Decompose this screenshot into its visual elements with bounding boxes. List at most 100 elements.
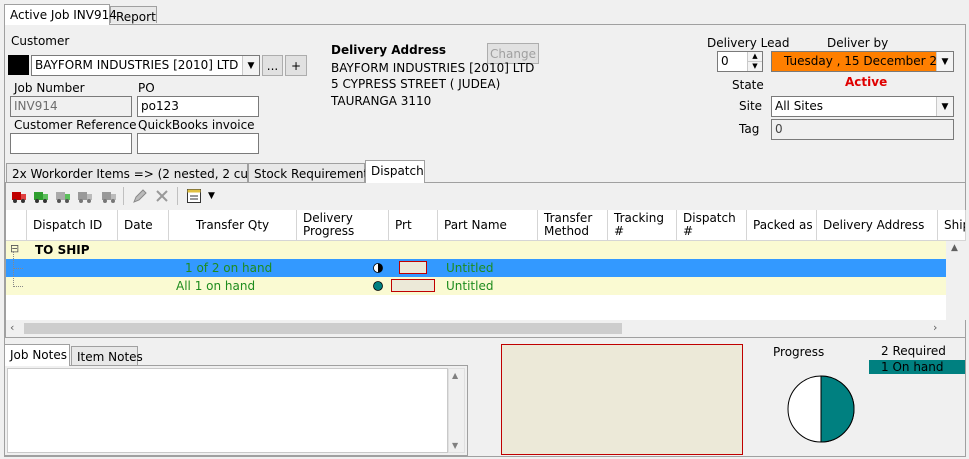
list-view-icon[interactable]	[186, 188, 202, 204]
state-label: State	[732, 78, 764, 92]
toolbar-separator	[123, 187, 124, 205]
transfer-qty-cell: All 1 on hand	[176, 279, 256, 293]
scroll-right-icon[interactable]: ›	[933, 321, 937, 334]
customer-reference-label: Customer Reference	[14, 118, 137, 132]
toolbar-separator	[177, 187, 178, 205]
half-progress-icon	[373, 263, 383, 273]
delete-x-icon[interactable]	[154, 188, 170, 204]
tab-stock-requirements-label: Stock Requirements	[254, 167, 375, 181]
customer-label: Customer	[11, 34, 70, 48]
tab-item-notes-label: Item Notes	[77, 350, 143, 364]
notes-scrollbar[interactable]: ▲ ▼	[448, 368, 465, 453]
quickbooks-invoice-field[interactable]	[137, 133, 259, 154]
horizontal-scrollbar[interactable]: ‹ ›	[6, 320, 946, 337]
on-hand-count: 1 On hand	[881, 360, 944, 374]
progress-pie	[787, 375, 855, 443]
po-field[interactable]: po123	[137, 96, 259, 117]
column-transfer-method[interactable]: Transfer Method	[538, 210, 608, 241]
site-select[interactable]: All Sites ▼	[771, 96, 954, 117]
scroll-left-icon[interactable]: ‹	[10, 321, 14, 334]
delivery-address-label: Delivery Address	[331, 43, 447, 57]
tab-item-notes[interactable]: Item Notes	[71, 346, 143, 366]
column-ship[interactable]: Ship	[938, 210, 966, 241]
stepper-down-icon[interactable]: ▼	[747, 62, 762, 71]
part-name-cell: Untitled	[446, 261, 494, 275]
scroll-up-icon[interactable]: ▲	[951, 243, 958, 253]
tab-stock-requirements[interactable]: Stock Requirements	[248, 163, 374, 183]
job-number-field[interactable]: INV914	[10, 96, 132, 117]
part-preview	[501, 344, 743, 455]
delivery-address-line-3: TAURANGA 3110	[331, 94, 432, 108]
truck-grey-icon[interactable]	[77, 188, 93, 204]
tab-report[interactable]: Report	[110, 6, 157, 24]
scroll-thumb[interactable]	[24, 323, 622, 334]
truck-green-icon[interactable]	[33, 188, 49, 204]
truck-grey-2-icon[interactable]	[101, 188, 117, 204]
site-value: All Sites	[775, 99, 823, 113]
customer-value: BAYFORM INDUSTRIES [2010] LTD	[35, 58, 239, 72]
tab-workorder-items[interactable]: 2x Workorder Items => (2 nested, 2 cut o…	[6, 163, 284, 183]
customer-color-swatch[interactable]	[8, 55, 29, 75]
quickbooks-invoice-label: QuickBooks invoice	[138, 118, 255, 132]
delivery-lead-value: 0	[721, 54, 729, 68]
tab-dispatch[interactable]: Dispatch	[365, 160, 425, 183]
site-label: Site	[739, 99, 763, 113]
tag-field[interactable]: 0	[771, 119, 954, 140]
tree-line	[13, 268, 23, 269]
progress-label: Progress	[773, 345, 825, 359]
column-tracking[interactable]: Tracking #	[608, 210, 677, 241]
chevron-down-icon[interactable]: ▼	[242, 56, 259, 75]
group-row-to-ship[interactable]: ⊟ TO SHIP	[6, 241, 946, 259]
tab-active-job[interactable]: Active Job INV914	[4, 4, 117, 25]
column-delivery-address[interactable]: Delivery Address	[817, 210, 938, 241]
tree-line	[13, 286, 23, 287]
tab-job-notes-label: Job Notes	[10, 348, 67, 362]
chevron-down-icon[interactable]: ▼	[208, 191, 215, 201]
transfer-qty-cell: 1 of 2 on hand	[185, 261, 273, 275]
delivery-lead-label: Delivery Lead	[707, 36, 790, 50]
delivery-lead-stepper[interactable]: 0 ▲ ▼	[717, 51, 763, 72]
full-progress-icon	[373, 281, 383, 291]
job-notes-textarea[interactable]	[7, 368, 448, 453]
state-value: Active	[845, 75, 888, 89]
scroll-down-icon[interactable]: ▼	[452, 441, 458, 450]
column-packed-as[interactable]: Packed as	[747, 210, 817, 241]
job-number-label: Job Number	[14, 81, 85, 95]
grid-header-selector	[6, 210, 27, 241]
truck-red-icon[interactable]	[11, 188, 27, 204]
column-dispatch-number[interactable]: Dispatch #	[677, 210, 747, 241]
tab-dispatch-label: Dispatch	[371, 164, 424, 178]
chevron-down-icon[interactable]: ▼	[936, 52, 953, 71]
collapse-group-icon[interactable]: ⊟	[10, 242, 19, 255]
deliver-by-label: Deliver by	[827, 36, 889, 50]
column-prt[interactable]: Prt	[389, 210, 438, 241]
vertical-scrollbar[interactable]: ▲	[946, 241, 966, 320]
chevron-down-icon[interactable]: ▼	[936, 97, 953, 116]
stepper-up-icon[interactable]: ▲	[747, 52, 762, 62]
tag-label: Tag	[739, 122, 760, 136]
tab-job-notes[interactable]: Job Notes	[4, 344, 70, 366]
table-row[interactable]: All 1 on hand Untitled	[6, 277, 946, 295]
column-part-name[interactable]: Part Name	[438, 210, 538, 241]
scroll-up-icon[interactable]: ▲	[452, 371, 458, 380]
pie-on-hand-slice	[820, 375, 855, 443]
table-row[interactable]: 1 of 2 on hand Untitled	[6, 259, 946, 277]
po-label: PO	[138, 81, 155, 95]
truck-green-grey-icon[interactable]	[55, 188, 71, 204]
group-title: TO SHIP	[35, 243, 90, 257]
customer-select[interactable]: BAYFORM INDUSTRIES [2010] LTD ▼	[31, 55, 260, 76]
column-delivery-progress[interactable]: Delivery Progress	[297, 210, 389, 241]
part-thumbnail	[391, 279, 435, 292]
customer-reference-field[interactable]	[10, 133, 132, 154]
part-thumbnail	[399, 261, 427, 274]
column-transfer-qty[interactable]: Transfer Qty	[169, 210, 297, 241]
column-date[interactable]: Date	[118, 210, 169, 241]
delivery-address-line-1: BAYFORM INDUSTRIES [2010] LTD	[331, 61, 535, 75]
add-customer-button[interactable]: +	[285, 55, 307, 76]
required-count: 2 Required	[881, 344, 946, 358]
column-dispatch-id[interactable]: Dispatch ID	[27, 210, 118, 241]
pencil-icon[interactable]	[132, 188, 148, 204]
tab-workorder-items-label: 2x Workorder Items => (2 nested, 2 cut o…	[12, 167, 285, 181]
deliver-by-datepicker[interactable]: Tuesday , 15 December 201 ▼	[771, 51, 954, 72]
customer-browse-button[interactable]: ...	[262, 55, 283, 76]
